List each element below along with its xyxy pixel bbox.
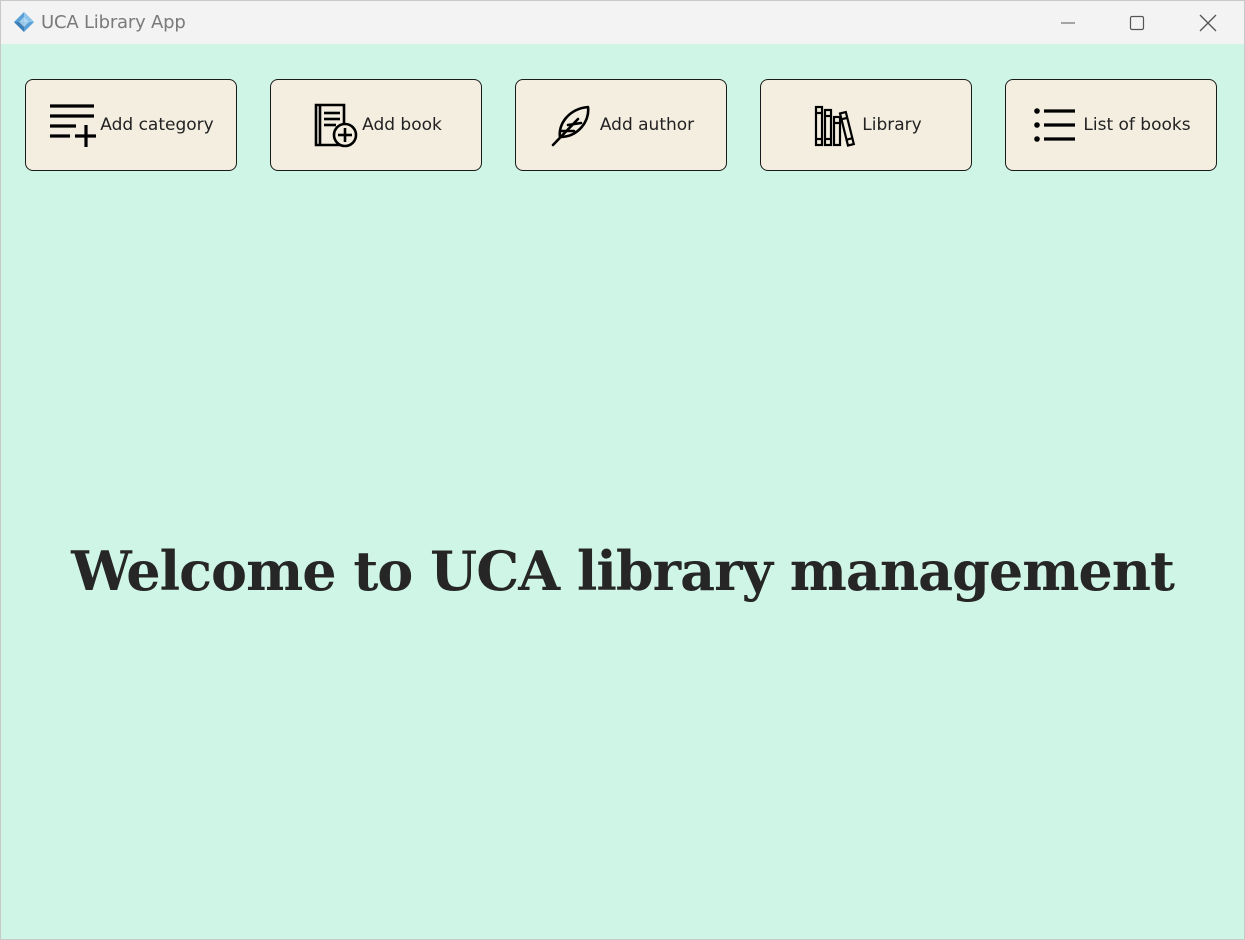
close-icon: [1199, 14, 1217, 31]
library-button[interactable]: Library: [760, 79, 972, 171]
add-book-button[interactable]: Add book: [270, 79, 482, 171]
feather-pen-icon: [548, 101, 596, 149]
add-category-button[interactable]: Add category: [25, 79, 237, 171]
maximize-button[interactable]: [1114, 1, 1160, 44]
bookshelf-icon: [810, 101, 858, 149]
add-book-label: Add book: [362, 115, 442, 135]
add-book-icon: [310, 101, 358, 149]
list-of-books-label: List of books: [1083, 115, 1191, 135]
minimize-button[interactable]: [1045, 1, 1091, 44]
app-logo-icon: [13, 11, 35, 33]
title-bar[interactable]: UCA Library App: [1, 1, 1244, 44]
welcome-heading: Welcome to UCA library management: [71, 539, 1175, 603]
app-window: UCA Library App Add category Add book Ad…: [0, 0, 1245, 940]
add-category-label: Add category: [100, 115, 214, 135]
bulleted-list-icon: [1031, 101, 1079, 149]
add-author-button[interactable]: Add author: [515, 79, 727, 171]
window-title: UCA Library App: [41, 12, 186, 33]
list-of-books-button[interactable]: List of books: [1005, 79, 1217, 171]
maximize-icon: [1129, 15, 1145, 30]
add-list-icon: [48, 101, 97, 149]
library-label: Library: [862, 115, 922, 135]
minimize-icon: [1061, 22, 1075, 23]
close-button[interactable]: [1185, 1, 1231, 44]
add-author-label: Add author: [599, 115, 695, 135]
